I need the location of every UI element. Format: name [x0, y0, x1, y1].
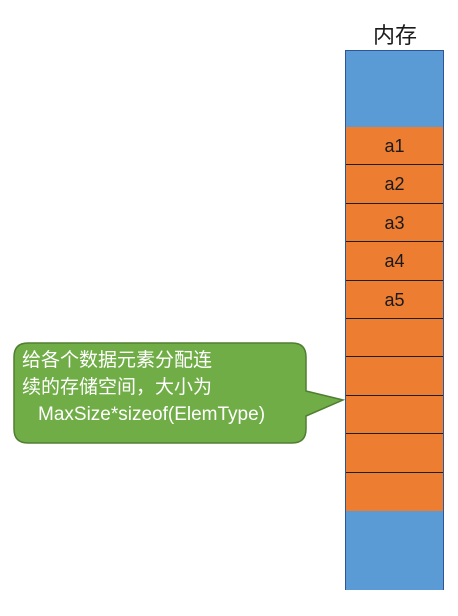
- callout-line: MaxSize*sizeof(ElemType): [38, 404, 266, 425]
- callout-line: 给各个数据元素分配连: [22, 349, 213, 371]
- memory-cell-empty: [346, 357, 443, 396]
- memory-cell: a4: [346, 242, 443, 281]
- memory-cell-empty: [346, 319, 443, 358]
- memory-cell: a5: [346, 281, 443, 319]
- callout-text: 给各个数据元素分配连 续的存储空间，大小为 MaxSize*sizeof(Ele…: [22, 347, 304, 428]
- allocated-memory-block: a1 a2 a3 a4 a5: [346, 127, 443, 511]
- memory-cell-empty: [346, 473, 443, 511]
- memory-cell-empty: [346, 434, 443, 473]
- memory-cell: a1: [346, 127, 443, 166]
- callout-line: 续的存储空间，大小为: [22, 376, 213, 398]
- memory-title: 内存: [372, 24, 417, 49]
- memory-column: a1 a2 a3 a4 a5: [345, 50, 444, 590]
- free-memory-top: [346, 51, 443, 127]
- memory-cell-empty: [346, 396, 443, 435]
- memory-cell: a3: [346, 204, 443, 243]
- memory-cell: a2: [346, 165, 443, 204]
- free-memory-bottom: [346, 511, 443, 590]
